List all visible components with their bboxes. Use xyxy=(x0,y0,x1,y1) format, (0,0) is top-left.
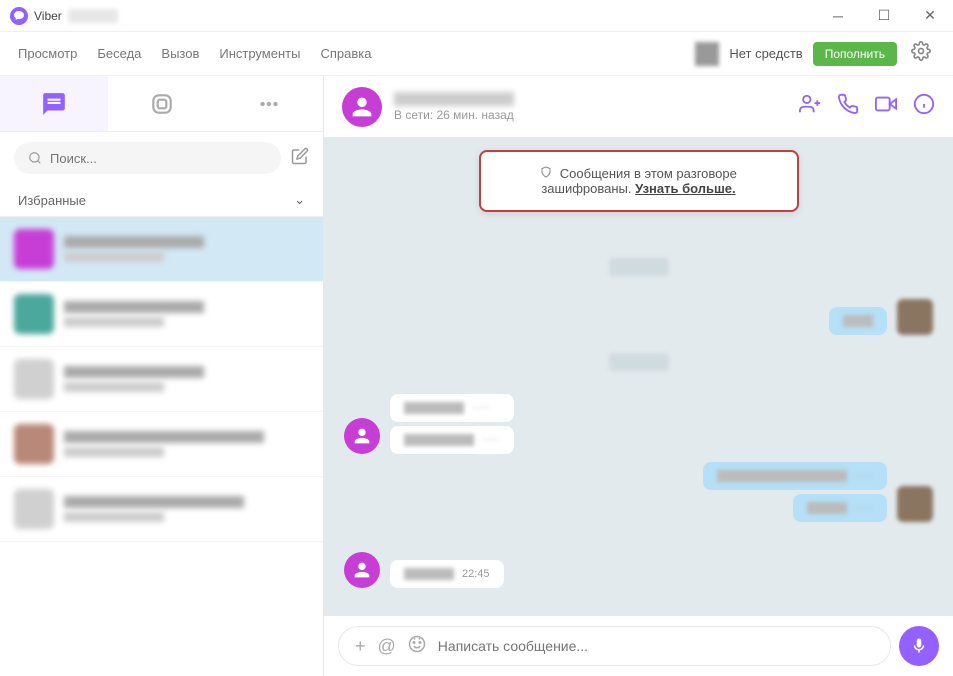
tab-public[interactable] xyxy=(108,76,216,131)
sticker-icon[interactable] xyxy=(408,635,426,658)
avatar xyxy=(14,359,54,399)
messages-area: Сообщения в этом разговоре зашифрованы. … xyxy=(324,138,953,615)
conversation-header: В сети: 26 мин. назад xyxy=(324,76,953,138)
close-button[interactable]: ✕ xyxy=(907,0,953,32)
title-blur xyxy=(68,9,118,23)
encryption-notice: Сообщения в этом разговоре зашифрованы. … xyxy=(479,150,799,212)
maximize-button[interactable]: ☐ xyxy=(861,0,907,32)
window-controls: ─ ☐ ✕ xyxy=(815,0,953,32)
chat-item[interactable] xyxy=(0,217,323,282)
contact-status: В сети: 26 мин. назад xyxy=(394,108,787,122)
message-bubble[interactable]: ····· xyxy=(390,426,514,454)
avatar xyxy=(14,424,54,464)
add-contact-icon[interactable] xyxy=(799,93,821,120)
video-call-icon[interactable] xyxy=(875,93,897,120)
menu-view[interactable]: Просмотр xyxy=(18,46,77,61)
sidebar: Избранные ⌄ xyxy=(0,76,324,676)
search-box[interactable] xyxy=(14,142,281,174)
info-icon[interactable] xyxy=(913,93,935,120)
account-avatar[interactable] xyxy=(695,42,719,66)
menu-tools[interactable]: Инструменты xyxy=(219,46,300,61)
chat-item[interactable] xyxy=(0,412,323,477)
menu-conversation[interactable]: Беседа xyxy=(97,46,141,61)
balance-text: Нет средств xyxy=(729,46,802,61)
chevron-down-icon: ⌄ xyxy=(294,192,305,208)
shield-icon xyxy=(540,166,552,181)
mention-icon[interactable]: @ xyxy=(378,636,396,657)
menu-bar: Просмотр Беседа Вызов Инструменты Справк… xyxy=(0,32,953,76)
message-input[interactable] xyxy=(438,638,874,654)
minimize-button[interactable]: ─ xyxy=(815,0,861,32)
conversation-panel: В сети: 26 мин. назад xyxy=(324,76,953,676)
search-input[interactable] xyxy=(50,151,267,166)
tab-chats[interactable] xyxy=(0,76,108,131)
settings-icon[interactable] xyxy=(907,37,935,70)
search-icon xyxy=(28,151,42,165)
chat-item[interactable] xyxy=(0,282,323,347)
tab-more[interactable] xyxy=(215,76,323,131)
app-icon xyxy=(10,7,28,25)
avatar xyxy=(14,229,54,269)
menu-help[interactable]: Справка xyxy=(320,46,371,61)
chat-list xyxy=(0,217,323,676)
message-outgoing: ····· ····· xyxy=(344,462,933,522)
avatar xyxy=(897,486,933,522)
voice-message-button[interactable] xyxy=(899,626,939,666)
message-bubble[interactable]: ····· xyxy=(390,394,514,422)
contact-avatar[interactable] xyxy=(342,87,382,127)
attach-icon[interactable]: + xyxy=(355,636,366,657)
avatar xyxy=(897,299,933,335)
message-bubble[interactable]: ····· xyxy=(793,494,887,522)
avatar xyxy=(344,552,380,588)
compose-icon[interactable] xyxy=(291,147,309,170)
avatar xyxy=(14,489,54,529)
composer: + @ xyxy=(324,615,953,676)
message-bubble[interactable]: ····· xyxy=(703,462,887,490)
chat-item[interactable] xyxy=(0,347,323,412)
title-bar: Viber ─ ☐ ✕ xyxy=(0,0,953,32)
date-divider xyxy=(609,353,669,371)
window-title: Viber xyxy=(34,9,62,23)
contact-name xyxy=(394,92,514,106)
avatar xyxy=(14,294,54,334)
message-incoming: 22:45 xyxy=(344,552,933,588)
message-bubble[interactable] xyxy=(829,307,887,335)
encryption-link[interactable]: Узнать больше. xyxy=(635,181,736,196)
message-bubble[interactable]: 22:45 xyxy=(390,560,504,588)
date-divider xyxy=(609,258,669,276)
nav-tabs xyxy=(0,76,323,132)
menu-call[interactable]: Вызов xyxy=(161,46,199,61)
favorites-header[interactable]: Избранные ⌄ xyxy=(0,184,323,217)
avatar xyxy=(344,418,380,454)
topup-button[interactable]: Пополнить xyxy=(813,42,897,66)
chat-item[interactable] xyxy=(0,477,323,542)
message-outgoing xyxy=(344,299,933,335)
composer-bar: + @ xyxy=(338,626,891,666)
favorites-label: Избранные xyxy=(18,193,86,208)
message-time: 22:45 xyxy=(462,568,490,580)
message-incoming: ····· ····· xyxy=(344,394,933,454)
voice-call-icon[interactable] xyxy=(837,93,859,120)
